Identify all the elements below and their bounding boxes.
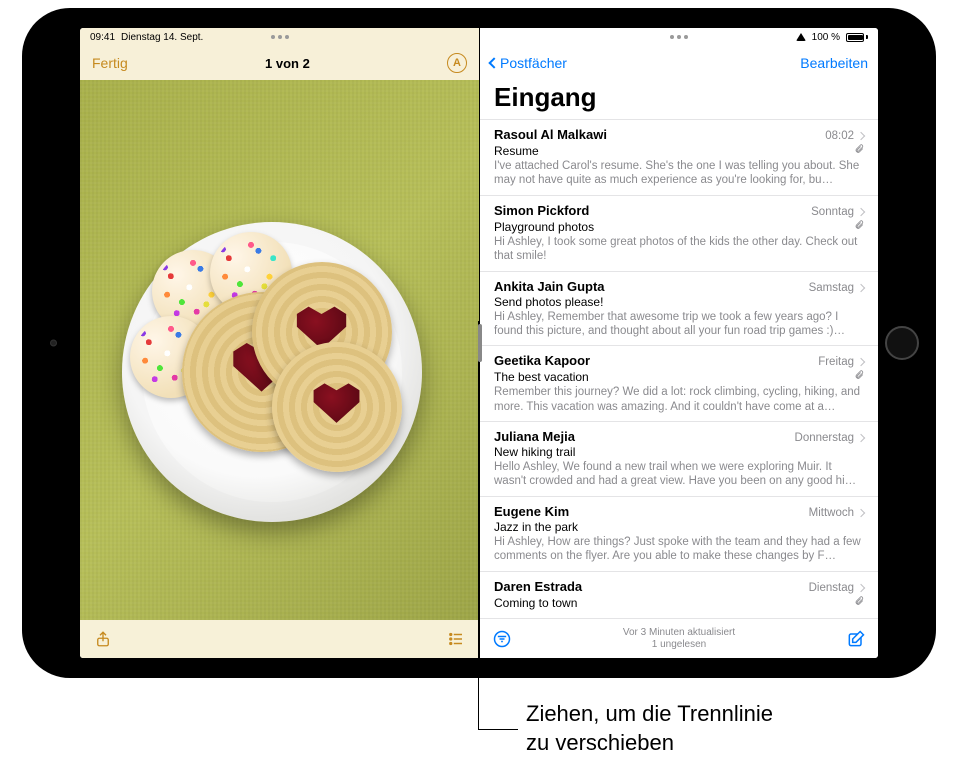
mail-preview: Hi Ashley, How are things? Just spoke wi… <box>494 535 864 564</box>
mail-navbar: Postfächer Bearbeiten <box>480 46 878 80</box>
mail-subject: The best vacation <box>494 370 589 384</box>
mail-preview: I've attached Carol's resume. She's the … <box>494 159 864 188</box>
ipad-frame: 09:41 Dienstag 14. Sept. Fertig 1 von 2 … <box>22 8 936 678</box>
attachment-icon <box>854 594 864 606</box>
mail-row[interactable]: Rasoul Al Malkawi 08:02 ResumeI've attache… <box>480 120 878 196</box>
mail-subject: Coming to town <box>494 596 577 610</box>
chevron-right-icon <box>857 434 865 442</box>
filter-icon[interactable] <box>492 629 512 649</box>
mail-sender: Eugene Kim <box>494 504 569 519</box>
mail-sender: Juliana Mejia <box>494 429 575 444</box>
mail-time: Dienstag <box>809 582 854 594</box>
split-view-divider[interactable] <box>478 324 482 362</box>
attachment-icon <box>854 368 864 380</box>
mail-sender: Daren Estrada <box>494 579 582 594</box>
mail-time: Samstag <box>809 282 854 294</box>
status-date: Dienstag 14. Sept. <box>121 32 203 43</box>
multitask-handle-left[interactable] <box>271 35 289 39</box>
chevron-right-icon <box>857 208 865 216</box>
right-app-mail: 100 % Postfächer Bearbeiten Eingang Raso… <box>479 28 878 658</box>
back-label: Postfächer <box>500 55 567 71</box>
markup-badge-icon[interactable]: A <box>447 53 467 73</box>
mail-preview: Remember this journey? We did a lot: roc… <box>494 385 864 414</box>
status-time: 09:41 <box>90 32 115 43</box>
mail-subject: New hiking trail <box>494 445 575 459</box>
left-app-photos: 09:41 Dienstag 14. Sept. Fertig 1 von 2 … <box>80 28 479 658</box>
compose-icon[interactable] <box>846 629 866 649</box>
mail-sender: Geetika Kapoor <box>494 353 590 368</box>
photos-toolbar <box>80 620 479 658</box>
mail-row[interactable]: Simon Pickford Sonntag Playground photosHi… <box>480 196 878 272</box>
edit-button[interactable]: Bearbeiten <box>800 55 868 71</box>
mail-subject: Playground photos <box>494 220 594 234</box>
attachment-icon <box>854 142 864 154</box>
done-button[interactable]: Fertig <box>92 55 128 71</box>
mail-sender: Rasoul Al Malkawi <box>494 127 607 142</box>
mail-row[interactable]: Eugene Kim Mittwoch Jazz in the parkHi Ash… <box>480 497 878 572</box>
mail-time: Donnerstag <box>795 432 854 444</box>
mail-time: 08:02 <box>825 130 854 142</box>
chevron-left-icon <box>488 57 499 68</box>
mail-sender: Ankita Jain Gupta <box>494 279 605 294</box>
photo-counter: 1 von 2 <box>265 56 310 71</box>
battery-percent: 100 % <box>812 32 840 43</box>
mail-subject: Resume <box>494 144 539 158</box>
chevron-right-icon <box>857 283 865 291</box>
chevron-right-icon <box>857 358 865 366</box>
mail-row[interactable]: Geetika Kapoor Freitag The best vacationRe… <box>480 346 878 422</box>
share-icon[interactable] <box>94 630 112 648</box>
mail-preview: Hi Ashley, Remember that awesome trip we… <box>494 310 864 339</box>
mail-sender: Simon Pickford <box>494 203 589 218</box>
mail-preview: Hi Ashley, I took some great photos of t… <box>494 235 864 264</box>
mail-toolbar: Vor 3 Minuten aktualisiert 1 ungelesen <box>480 618 878 658</box>
page-title: Eingang <box>480 80 878 119</box>
chevron-right-icon <box>857 509 865 517</box>
list-icon[interactable] <box>447 630 465 648</box>
photo-viewport[interactable] <box>80 80 479 620</box>
multitask-handle-right[interactable] <box>670 35 688 39</box>
photos-navbar: Fertig 1 von 2 A <box>80 46 479 80</box>
mail-subject: Send photos please! <box>494 295 603 309</box>
attachment-icon <box>854 218 864 230</box>
chevron-right-icon <box>857 132 865 140</box>
battery-icon <box>846 33 868 42</box>
back-button[interactable]: Postfächer <box>490 55 567 71</box>
mail-row[interactable]: Juliana Mejia Donnerstag New hiking trailH… <box>480 422 878 497</box>
callout-leader <box>478 321 479 729</box>
mail-preview: Hello Ashley, We found a new trail when … <box>494 460 864 489</box>
mail-time: Mittwoch <box>809 507 854 519</box>
screen: 09:41 Dienstag 14. Sept. Fertig 1 von 2 … <box>80 28 878 658</box>
mail-status: Vor 3 Minuten aktualisiert 1 ungelesen <box>623 627 735 651</box>
chevron-right-icon <box>857 583 865 591</box>
mail-time: Freitag <box>818 356 854 368</box>
mail-row[interactable]: Ankita Jain Gupta Samstag Send photos plea… <box>480 272 878 347</box>
mail-status-unread: 1 ungelesen <box>623 639 735 651</box>
front-camera <box>50 340 57 347</box>
callout-leader <box>478 729 518 730</box>
mail-list[interactable]: Rasoul Al Malkawi 08:02 ResumeI've attache… <box>480 119 878 618</box>
mail-subject: Jazz in the park <box>494 520 578 534</box>
home-button[interactable] <box>885 326 919 360</box>
mail-status-updated: Vor 3 Minuten aktualisiert <box>623 627 735 639</box>
mail-time: Sonntag <box>811 206 854 218</box>
wifi-icon <box>796 33 806 41</box>
mail-row[interactable]: Daren Estrada Dienstag Coming to town <box>480 572 878 619</box>
photo-content <box>122 222 422 522</box>
callout-text: Ziehen, um die Trennlinie zu verschieben <box>526 700 773 757</box>
